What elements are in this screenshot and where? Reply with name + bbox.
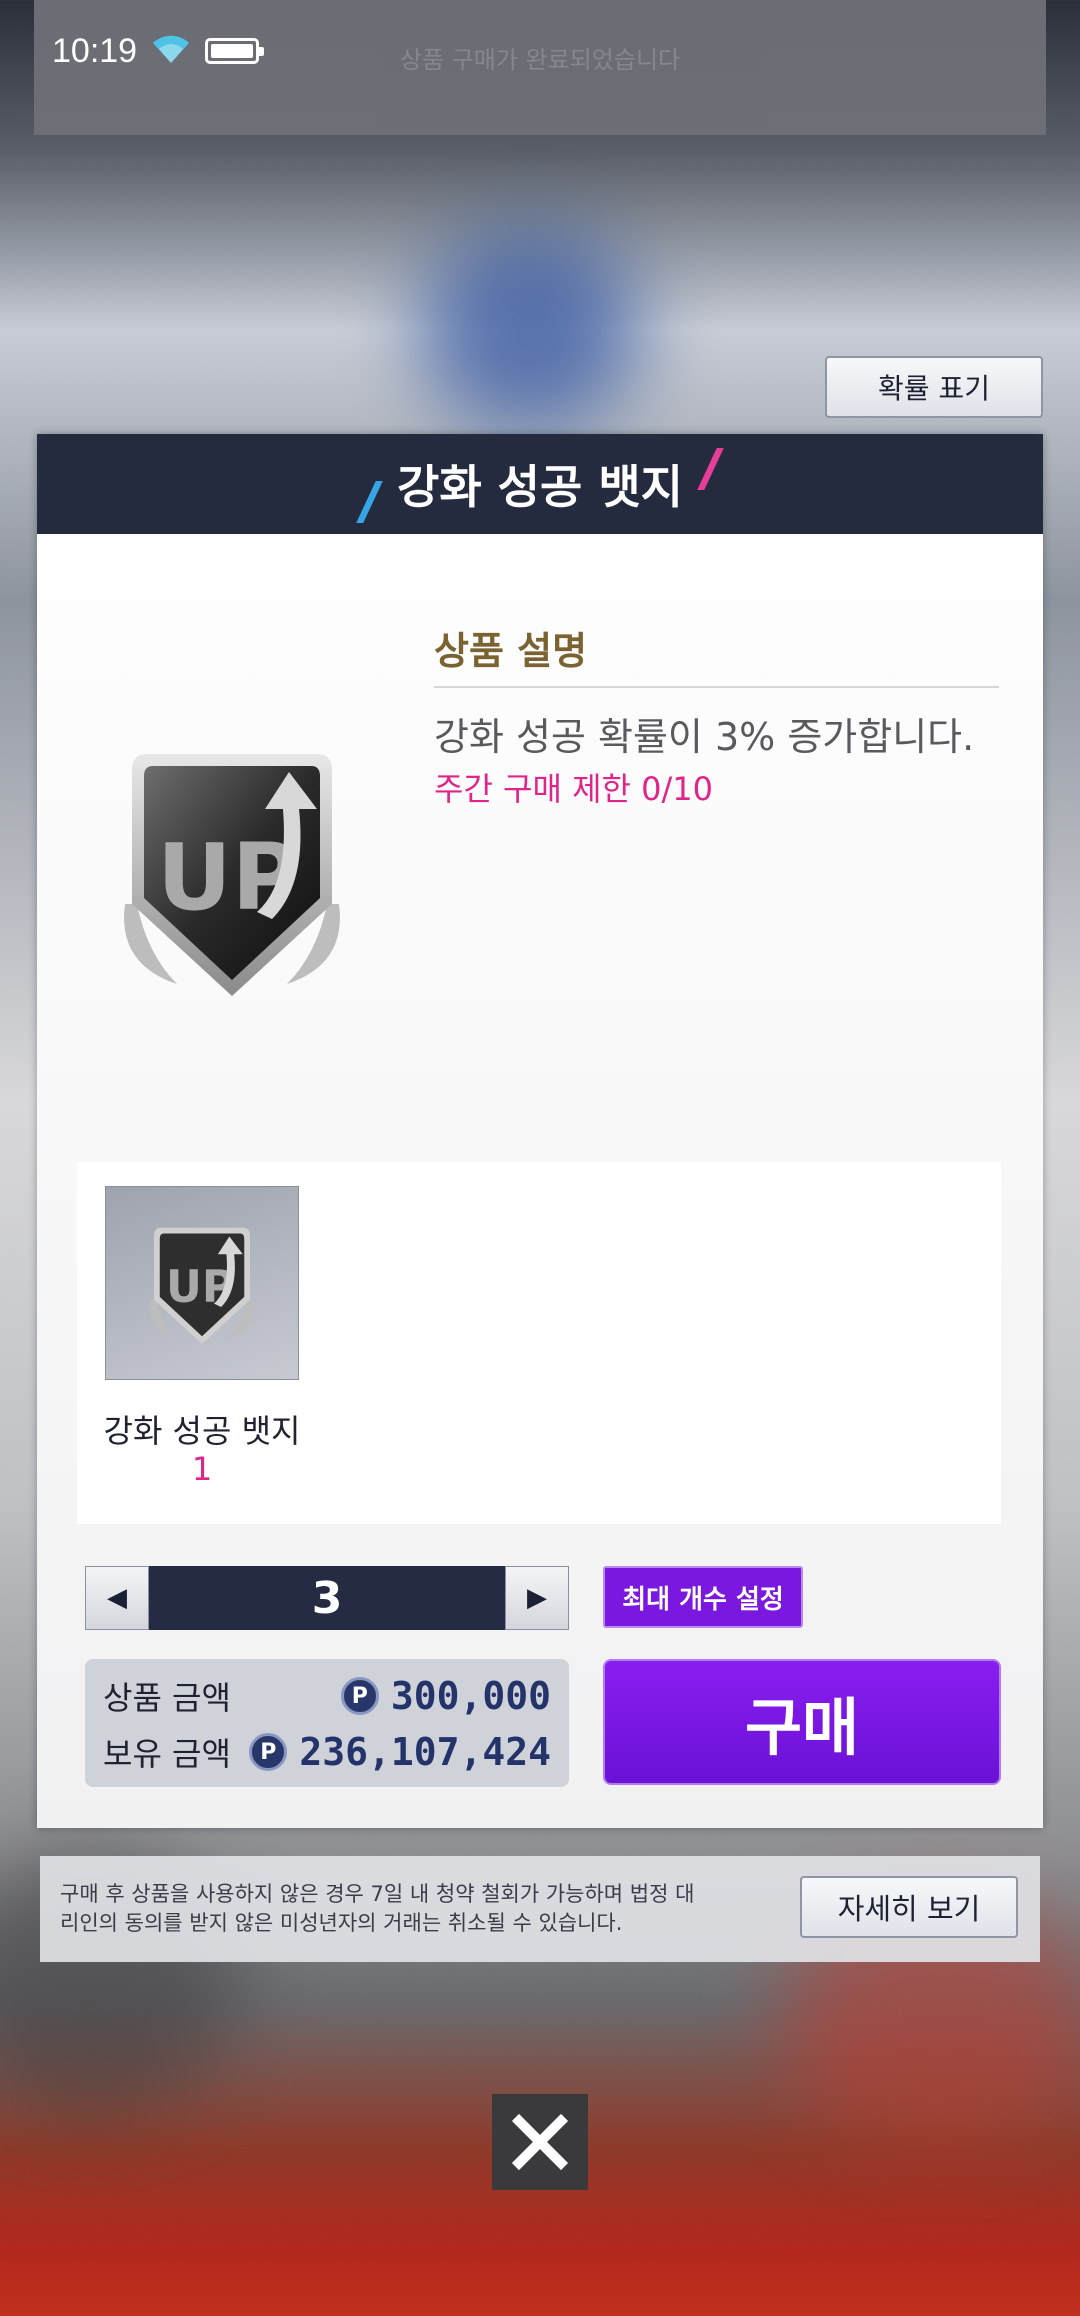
probability-button[interactable]: 확률 표기 xyxy=(825,356,1043,418)
description-text: 강화 성공 확률이 3% 증가합니다. xyxy=(434,715,975,759)
buy-button[interactable]: 구매 xyxy=(603,1659,1001,1785)
owned-amount: P 236,107,424 xyxy=(249,1730,551,1774)
item-thumbnail[interactable]: UP xyxy=(105,1186,299,1380)
owned-amount-row: 보유 금액 P 236,107,424 xyxy=(103,1727,551,1777)
battery-icon xyxy=(205,38,265,64)
panel-header: 강화 성공 뱃지 xyxy=(37,434,1043,534)
view-details-button[interactable]: 자세히 보기 xyxy=(800,1876,1018,1938)
product-price-label: 상품 금액 xyxy=(103,1679,231,1717)
currency-icon: P xyxy=(340,1677,379,1715)
max-quantity-button[interactable]: 최대 개수 설정 xyxy=(603,1566,803,1628)
product-price-row: 상품 금액 P 300,000 xyxy=(103,1671,551,1721)
price-box: 상품 금액 P 300,000 보유 금액 P 236,107,424 xyxy=(85,1659,569,1787)
svg-text:UP: UP xyxy=(157,824,299,931)
description-title: 상품 설명 xyxy=(434,629,588,673)
close-icon xyxy=(511,2113,569,2171)
quantity-value: 3 xyxy=(149,1566,505,1630)
item-name: 강화 성공 뱃지 xyxy=(103,1412,301,1450)
currency-icon: P xyxy=(249,1733,288,1771)
quantity-stepper: ◀ 3 ▶ xyxy=(85,1566,569,1630)
panel-title: 강화 성공 뱃지 xyxy=(397,460,683,514)
slash-decoration xyxy=(356,481,383,523)
slash-decoration xyxy=(697,448,724,490)
background-blur xyxy=(420,230,640,430)
up-badge-icon: UP xyxy=(107,734,357,1004)
weekly-limit-text: 주간 구매 제한 0/10 xyxy=(434,770,714,808)
wifi-icon xyxy=(151,33,191,69)
triangle-left-icon: ◀ xyxy=(107,1583,127,1613)
owned-amount-value: 236,107,424 xyxy=(299,1730,551,1774)
purchase-panel: 강화 성공 뱃지 UP 상품 설명 강화 성공 확률이 3% 증가합니다. 주간… xyxy=(37,434,1043,1828)
item-list: UP 강화 성공 뱃지 1 xyxy=(77,1162,1001,1524)
status-bar: 10:19 xyxy=(52,26,265,76)
notice-text: 구매 후 상품을 사용하지 않은 경우 7일 내 청약 철회가 가능하며 법정 … xyxy=(60,1882,695,1935)
triangle-right-icon: ▶ xyxy=(527,1583,547,1613)
increase-button[interactable]: ▶ xyxy=(505,1566,569,1630)
owned-amount-label: 보유 금액 xyxy=(103,1735,231,1773)
up-badge-icon: UP xyxy=(150,1227,254,1344)
product-price-value: 300,000 xyxy=(390,1674,551,1718)
divider xyxy=(434,686,999,688)
close-button[interactable] xyxy=(492,2094,588,2190)
product-price: P 300,000 xyxy=(340,1674,551,1718)
decrease-button[interactable]: ◀ xyxy=(85,1566,149,1630)
refund-notice: 구매 후 상품을 사용하지 않은 경우 7일 내 청약 철회가 가능하며 법정 … xyxy=(40,1856,1040,1962)
clock: 10:19 xyxy=(52,31,138,70)
item-count: 1 xyxy=(191,1450,213,1488)
